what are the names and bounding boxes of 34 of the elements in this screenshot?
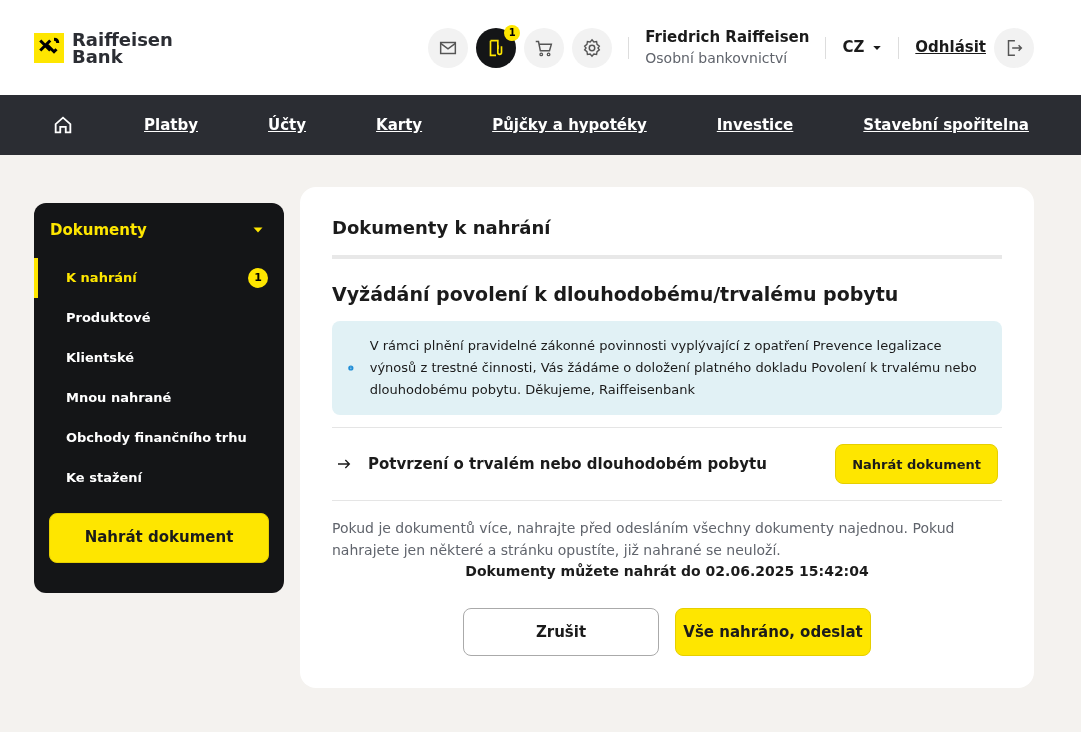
sidebar-item[interactable]: Ke stažení [34,457,284,498]
upload-document-button[interactable]: Nahrát dokument [835,444,998,485]
logo-text: Bank [72,47,123,65]
nav-link[interactable]: Účty [268,113,306,137]
sidebar-item[interactable]: Mnou nahrané [34,377,284,418]
logo-text: Raiffeisen [72,30,173,48]
deadline-text: Dokumenty můžete nahrát do 02.06.2025 15:42:04 [464,562,870,582]
sidebar-item[interactable]: Klientské [34,337,284,378]
info-text: V rámci plnění pravidelné zákonné povinnosti vyplývající z opatření Prevence legalizace výnosů z trestné činnosti, Vás žádáme o doložení platného dokladu Povolení k trvalému nebo dlouhodobému pobytu. Děkujeme, Raiffeisenbank [369,337,978,400]
nav-link[interactable]: Platby [144,113,198,137]
upload-button[interactable]: Nahrát dokument [49,512,269,563]
logout-link[interactable]: Odhlásit [915,36,986,59]
cancel-button[interactable]: Zrušit [463,608,659,657]
note-text: Pokud je dokumentů více, nahrajte před odesláním všechny dokumenty najednou. Pokud nahrajete jen některé a stránku opustíte, již nahrané se neuloží. [332,519,956,561]
sidebar-item[interactable]: Obchody finančního trhu [34,417,284,458]
nav-link[interactable]: Karty [376,113,423,137]
language-dropdown[interactable]: CZ [842,36,883,59]
notification-badge: 1 [504,24,521,41]
user-subtitle: Osobní bankovnictví [645,49,789,69]
nav-link[interactable]: Stavební spořitelna [863,113,1029,137]
nav-link[interactable]: Investice [716,113,794,137]
submit-button[interactable]: Vše nahráno, odeslat [675,608,871,657]
logout-button[interactable] [994,27,1034,68]
section-title: Vyžádání povolení k dlouhodobému/trvalému pobytu [332,282,900,306]
sidebar-item[interactable]: Produktové [34,297,284,338]
sidebar-item[interactable]: K nahrání 1 [34,257,284,298]
page-title: Dokumenty k nahrání [332,217,1002,259]
sidebar-title: Dokumenty [49,220,148,241]
nav-link[interactable]: Půjčky a hypotéky [492,113,647,137]
count-badge: 1 [248,267,268,288]
user-name: Friedrich Raiffeisen [645,26,810,48]
document-name: Potvrzení o trvalém nebo dlouhodobém pobytu [368,454,767,476]
document-clip-button[interactable]: 1 [476,27,517,68]
logo-icon [34,32,64,63]
